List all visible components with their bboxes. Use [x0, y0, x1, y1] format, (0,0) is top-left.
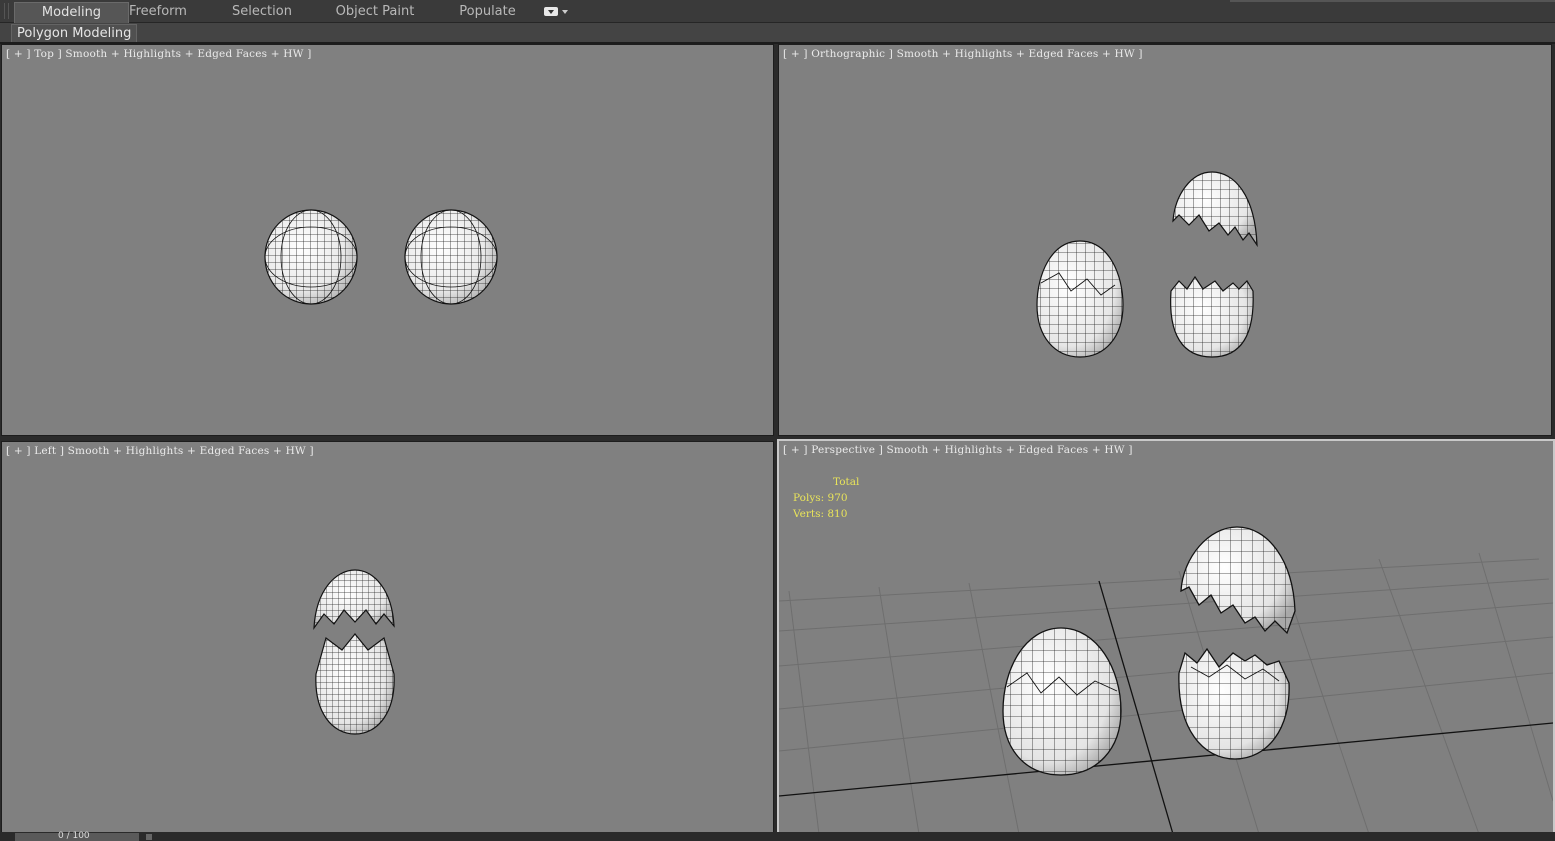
tab-populate[interactable]: Populate	[450, 2, 525, 22]
ribbon-panel: Polygon Modeling	[0, 23, 1555, 43]
viewport-perspective[interactable]: [ + ] Perspective ] Smooth + Highlights …	[777, 439, 1555, 836]
polygon-modeling-panel-button[interactable]: Polygon Modeling	[11, 24, 138, 43]
time-slider-next-button[interactable]	[146, 834, 152, 840]
title-divider	[1230, 0, 1555, 2]
egg-persp-whole[interactable]	[1002, 627, 1122, 776]
viewport-orthographic[interactable]: [ + ] Orthographic ] Smooth + Highlights…	[778, 44, 1552, 436]
egg-top-left[interactable]	[264, 209, 358, 305]
egg-left-bottom-shell[interactable]	[315, 633, 395, 735]
egg-persp-bottom-shell[interactable]	[1178, 647, 1290, 760]
panel-dropdown-icon[interactable]	[544, 6, 568, 18]
perspective-scene	[779, 526, 1553, 834]
egg-top-right[interactable]	[404, 209, 498, 305]
top-scene	[264, 209, 498, 305]
tab-freeform[interactable]: Freeform	[118, 2, 198, 22]
home-grid-axes	[779, 580, 1553, 834]
ribbon-grip[interactable]	[4, 3, 9, 19]
egg-ortho-bottom-shell[interactable]	[1170, 275, 1254, 358]
egg-ortho-top-shell[interactable]	[1172, 171, 1258, 248]
egg-left-top-shell[interactable]	[313, 569, 395, 631]
tab-modeling[interactable]: Modeling	[14, 2, 129, 23]
left-scene	[313, 569, 395, 735]
ribbon-tab-bar: Modeling Freeform Selection Object Paint…	[0, 0, 1555, 23]
timeline-strip	[0, 832, 1555, 840]
egg-ortho-whole[interactable]	[1036, 240, 1124, 358]
viewport-left[interactable]: [ + ] Left ] Smooth + Highlights + Edged…	[1, 441, 774, 833]
egg-persp-top-shell[interactable]	[1180, 526, 1296, 635]
orthographic-scene	[1036, 171, 1258, 358]
tab-object-paint[interactable]: Object Paint	[330, 2, 420, 22]
viewport-top[interactable]: [ + ] Top ] Smooth + Highlights + Edged …	[1, 44, 774, 436]
home-grid	[779, 552, 1553, 834]
tab-selection[interactable]: Selection	[222, 2, 302, 22]
